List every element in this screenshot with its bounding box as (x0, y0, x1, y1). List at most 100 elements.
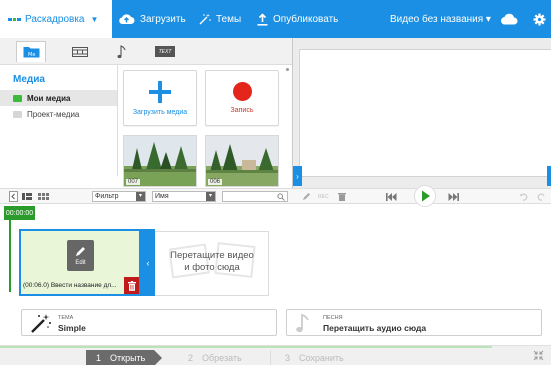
project-title: Видео без названия ▾ (390, 13, 491, 25)
upload-media-tile[interactable]: Загрузить медиа (123, 70, 197, 126)
chevron-left-box-icon (9, 191, 18, 202)
tab-media[interactable]: Me (16, 41, 46, 62)
delete-clip-button[interactable] (124, 277, 139, 294)
upload-label: Загрузить (140, 13, 186, 25)
music-note-icon (296, 313, 309, 333)
storyboard-mode-dropdown[interactable]: Раскадровка ▼ (0, 0, 112, 38)
step-trim[interactable]: 2 Обрезать (188, 350, 242, 365)
step-chevron (154, 350, 163, 365)
svg-text:Me: Me (28, 52, 35, 58)
sidebar-item-label: Проект-медиа (27, 109, 80, 119)
tab-music[interactable] (112, 41, 132, 62)
theme-selector[interactable]: ТЕМА Simple (21, 309, 277, 336)
edit-label: Edit (75, 259, 86, 266)
storyboard-mode-label: Раскадровка (25, 13, 85, 25)
fullscreen-toggle[interactable] (533, 350, 544, 363)
media-sidebar: Медиа Мои медиа Проект-медиа (0, 65, 118, 176)
themes-label: Темы (216, 13, 242, 25)
publish-upload-icon (257, 12, 268, 26)
playhead[interactable] (9, 220, 11, 292)
clip-caption[interactable]: (00:06.0) Ввести название дл... (23, 282, 117, 289)
gear-icon (533, 13, 546, 25)
storyboard-clip[interactable]: Edit (00:06.0) Ввести название дл... (19, 229, 141, 296)
storyboard-icon (8, 17, 21, 21)
text-tool-label: TEXT (158, 48, 172, 55)
drop-media-line2: и фото сюда (184, 262, 240, 273)
next-button[interactable] (448, 191, 459, 202)
pencil-icon (76, 246, 85, 256)
chevron-down-icon: ▾ (136, 192, 145, 201)
drop-media-text: Перетащите видео и фото сюда (155, 250, 269, 274)
expand-left-handle[interactable]: › (293, 166, 302, 186)
cloud-button[interactable] (500, 0, 523, 38)
collapse-button[interactable] (9, 191, 18, 202)
sort-select[interactable]: Имя ▾ (152, 191, 216, 202)
media-thumbnail[interactable]: 006 (205, 135, 279, 187)
collapse-arrows-icon (533, 350, 544, 361)
grid-view-button[interactable] (38, 191, 49, 202)
tab-text[interactable]: TEXT (152, 41, 178, 62)
draw-button[interactable] (302, 191, 311, 202)
list-view-button[interactable] (22, 191, 32, 202)
media-grid: Загрузить медиа Запись 007 006 (118, 65, 292, 188)
list-view-icon (22, 193, 32, 200)
upload-button[interactable]: Загрузить (118, 0, 186, 38)
magic-wand-icon (199, 13, 211, 25)
skip-forward-icon (448, 192, 459, 201)
search-input[interactable] (222, 191, 288, 202)
theme-caption: ТЕМА (58, 315, 74, 321)
redo-icon (537, 193, 545, 201)
chevron-down-icon: ▾ (206, 192, 215, 201)
delete-button[interactable] (338, 191, 346, 202)
plus-icon (149, 80, 171, 103)
filter-select[interactable]: Фильтр ▾ (92, 191, 146, 202)
upload-media-label: Загрузить медиа (132, 108, 188, 116)
sidebar-item-my-media[interactable]: Мои медиа (0, 90, 117, 106)
text-tool-icon: TEXT (155, 46, 175, 57)
control-bar: Фильтр ▾ Имя ▾ REC (0, 185, 551, 207)
step-label: Открыть (110, 353, 146, 363)
previous-button[interactable] (386, 191, 397, 202)
play-icon (414, 185, 436, 207)
pencil-icon (303, 193, 310, 200)
step-save[interactable]: 3 Сохранить (270, 350, 344, 365)
step-number: 3 (285, 353, 291, 363)
undo-button[interactable] (519, 191, 528, 202)
media-tool-row: Me TEXT (0, 38, 292, 65)
magic-wand-icon (31, 314, 51, 333)
media-folder-icon: Me (23, 47, 39, 58)
sidebar-item-project-media[interactable]: Проект-медиа (0, 106, 117, 122)
record-tile[interactable]: Запись (205, 70, 279, 126)
thumbnail-label: 007 (126, 179, 141, 185)
settings-button[interactable] (533, 0, 551, 38)
timecode-badge: 00:00:00 (4, 206, 35, 220)
media-thumbnail[interactable]: 007 (123, 135, 197, 187)
step-label: Сохранить (299, 353, 344, 363)
thumbnail-label: 006 (208, 179, 223, 185)
preview-screen[interactable] (299, 49, 551, 177)
song-value: Перетащить аудио сюда (323, 323, 427, 333)
project-title-dropdown[interactable]: Видео без названия ▾ (390, 0, 491, 38)
step-number: 2 (188, 353, 194, 363)
publish-button[interactable]: Опубликовать (257, 0, 338, 38)
media-heading: Медиа (13, 74, 45, 85)
rec-label: REC (318, 193, 329, 200)
rec-button[interactable]: REC (318, 191, 329, 202)
grid-view-icon (38, 193, 49, 200)
wizard-progress-line (0, 346, 492, 348)
tab-storyboard-view[interactable] (68, 41, 92, 62)
expand-right-handle[interactable] (547, 166, 551, 186)
step-open[interactable]: 1 Открыть (86, 350, 163, 365)
theme-value: Simple (58, 323, 86, 333)
drop-media-area[interactable]: Перетащите видео и фото сюда (155, 231, 269, 296)
themes-button[interactable]: Темы (199, 0, 241, 38)
skip-back-icon (386, 192, 397, 201)
song-selector[interactable]: ПЕСНЯ Перетащить аудио сюда (286, 309, 542, 336)
redo-button[interactable] (537, 191, 546, 202)
clip-insert-handle[interactable]: ‹ (141, 229, 155, 296)
edit-clip-button[interactable]: Edit (67, 240, 94, 271)
folder-icon (13, 94, 22, 102)
trash-icon (127, 280, 136, 291)
play-button[interactable] (414, 185, 436, 207)
scrollbar[interactable] (286, 68, 289, 71)
